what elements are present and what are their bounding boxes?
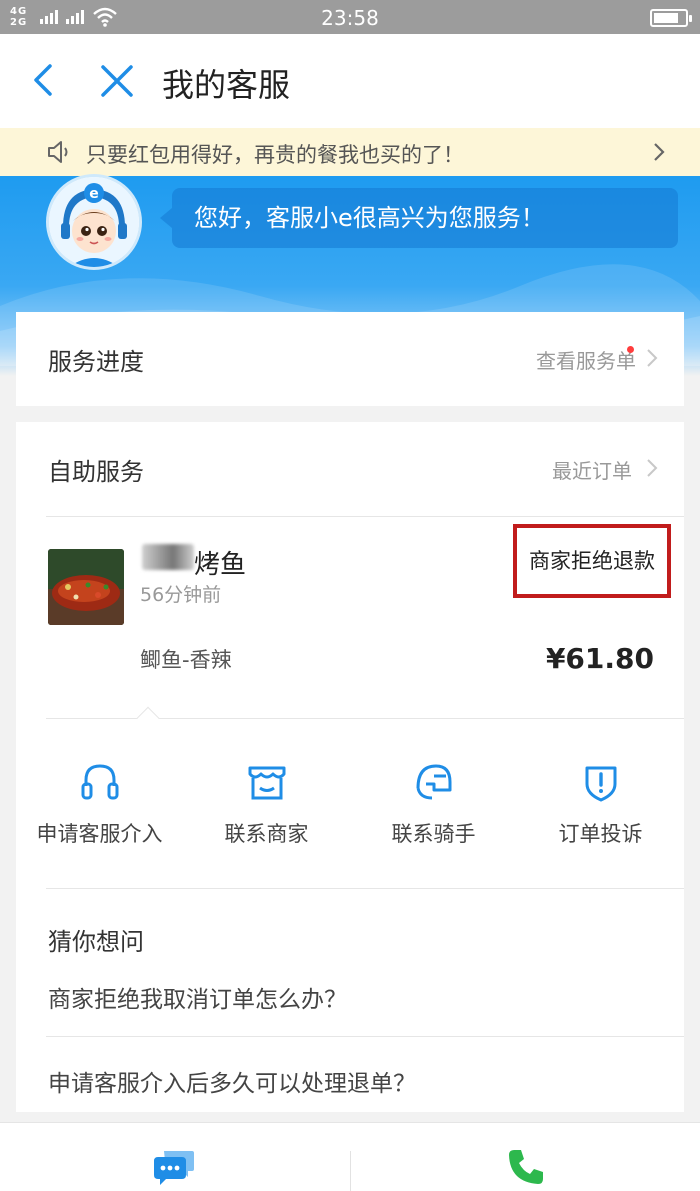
order-food-image[interactable] <box>48 549 124 625</box>
view-service-orders-link[interactable]: 查看服务单 <box>536 345 636 374</box>
battery-icon <box>650 9 692 27</box>
order-shop-name: 烤鱼 <box>194 550 247 580</box>
recent-orders-link[interactable]: 最近订单 <box>552 455 632 484</box>
chevron-right-icon <box>647 459 658 477</box>
greeting-bubble: 您好，客服小e很高兴为您服务！ <box>160 188 678 248</box>
faq-title: 猜你想问 <box>48 928 144 956</box>
svg-text:e: e <box>89 186 99 202</box>
title-bar: 我的客服 <box>0 34 700 128</box>
order-item: 鲫鱼-香辣 <box>140 648 232 672</box>
order-price: ¥61.80 <box>545 642 654 675</box>
action-label: 联系骑手 <box>391 822 476 846</box>
redacted-shop-name <box>142 544 194 570</box>
page-title: 我的客服 <box>162 66 291 104</box>
chat-icon[interactable] <box>152 1147 196 1187</box>
status-bar: 4G 2G 23:58 <box>0 0 700 34</box>
promo-notice[interactable]: 只要红包用得好，再贵的餐我也买的了！ <box>0 128 700 176</box>
notice-text: 只要红包用得好，再贵的餐我也买的了！ <box>86 143 464 167</box>
faq-question[interactable]: 商家拒绝我取消订单怎么办？ <box>48 980 347 1014</box>
speaker-icon <box>48 141 68 163</box>
bottom-bar <box>0 1122 700 1191</box>
divider <box>46 1036 684 1037</box>
headset-icon <box>81 764 118 800</box>
clock: 23:58 <box>321 6 379 30</box>
service-progress-card[interactable]: 服务进度 查看服务单 <box>16 312 684 406</box>
service-progress-label: 服务进度 <box>48 348 144 376</box>
faq-question[interactable]: 申请客服介入后多久可以处理退单？ <box>48 1064 416 1098</box>
chevron-right-icon <box>654 143 665 161</box>
contact-rider-button[interactable]: 联系骑手 <box>350 752 517 848</box>
unread-dot <box>627 346 634 353</box>
contact-merchant-button[interactable]: 联系商家 <box>183 752 350 848</box>
back-arrow-icon[interactable] <box>26 62 62 98</box>
action-label: 订单投诉 <box>558 822 643 846</box>
divider <box>350 1151 351 1191</box>
action-label: 申请客服介入 <box>36 822 163 846</box>
divider <box>46 888 684 889</box>
service-agent-avatar: e <box>46 174 142 270</box>
request-service-button[interactable]: 申请客服介入 <box>16 752 183 848</box>
action-label: 联系商家 <box>224 822 309 846</box>
phone-icon[interactable] <box>506 1147 546 1187</box>
action-grid: 申请客服介入 联系商家 联系骑手 订单投诉 <box>16 752 684 852</box>
chevron-right-icon <box>647 349 658 367</box>
divider <box>46 516 684 517</box>
order-complaint-button[interactable]: 订单投诉 <box>517 752 684 848</box>
self-service-label: 自助服务 <box>48 458 144 486</box>
order-pointer <box>136 706 160 730</box>
order-time: 56分钟前 <box>140 584 222 606</box>
complaint-shield-icon <box>585 766 616 802</box>
close-icon[interactable] <box>98 62 136 100</box>
store-icon <box>248 766 285 800</box>
rider-helmet-icon <box>416 764 451 800</box>
self-service-card: 自助服务 最近订单 烤鱼 56分钟前 商家拒绝退款 鲫鱼-香辣 ¥61.80 申… <box>16 422 684 1112</box>
order-status-badge: 商家拒绝退款 <box>513 524 671 598</box>
